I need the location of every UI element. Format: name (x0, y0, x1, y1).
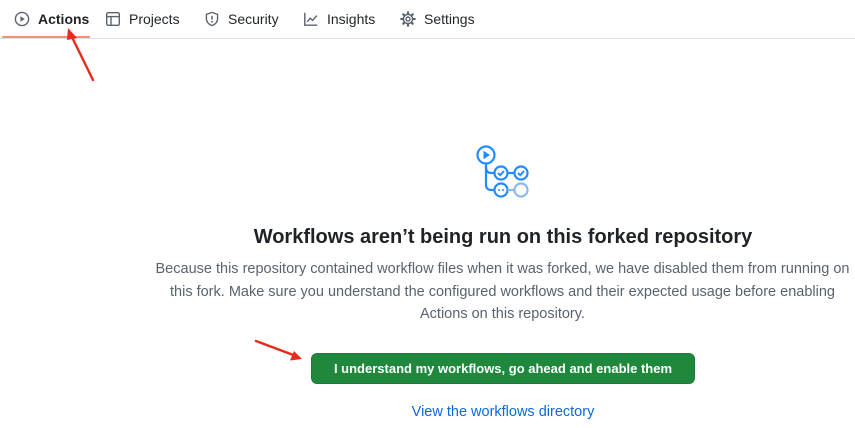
workflow-icon (472, 143, 532, 201)
annotation-arrow-icon (67, 28, 95, 82)
enable-workflows-button[interactable]: I understand my workflows, go ahead and … (311, 353, 695, 384)
description-text: Because this repository contained workfl… (155, 261, 850, 322)
page-title: Workflows aren’t being run on this forke… (253, 226, 753, 248)
tab-label: Insights (327, 11, 376, 27)
view-workflows-directory-link[interactable]: View the workflows directory (330, 404, 676, 420)
tab-label: Settings (424, 11, 475, 27)
tab-settings[interactable]: Settings (392, 0, 483, 38)
tab-label: Projects (129, 11, 180, 27)
gear-icon (400, 11, 416, 27)
play-circle-icon (14, 11, 30, 27)
tab-security[interactable]: Security (196, 0, 287, 38)
shield-icon (204, 11, 220, 27)
repo-tab-bar: Actions Projects Security Insights Setti… (0, 0, 855, 39)
tab-insights[interactable]: Insights (295, 0, 383, 38)
graph-icon (303, 11, 319, 27)
tab-label: Security (228, 11, 279, 27)
tab-projects[interactable]: Projects (97, 0, 188, 38)
annotation-arrow-icon (254, 339, 302, 361)
table-icon (105, 11, 121, 27)
